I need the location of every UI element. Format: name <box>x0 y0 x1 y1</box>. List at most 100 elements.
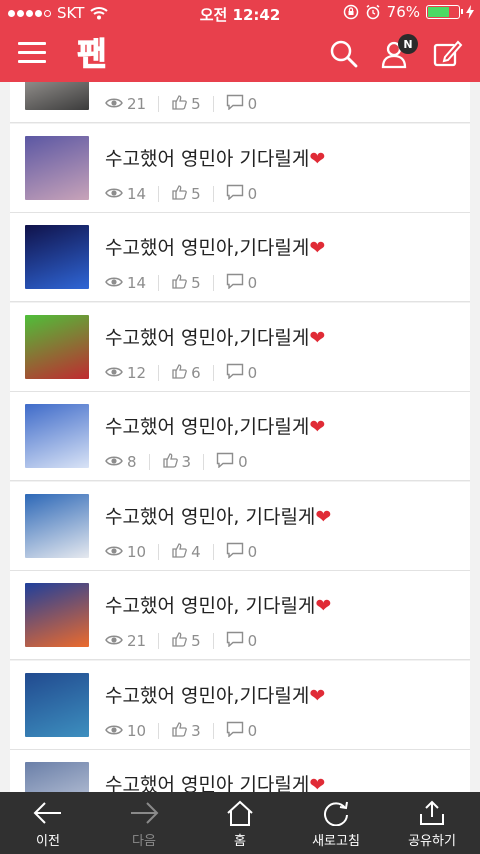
eye-icon <box>105 185 123 203</box>
comments-count: 0 <box>247 542 258 561</box>
divider <box>148 454 150 470</box>
heart-icon: ❤ <box>309 237 326 259</box>
likes-stat: 6 <box>171 363 201 383</box>
post-thumbnail[interactable] <box>25 404 89 468</box>
refresh-icon <box>324 801 348 826</box>
post-title-text: 수고했어 영민아,기다릴게 <box>105 237 310 259</box>
post-title[interactable]: 수고했어 영민아, 기다릴게❤ <box>105 502 331 529</box>
home-button[interactable]: 홈 <box>192 792 288 854</box>
divider <box>212 275 214 291</box>
views-stat: 14 <box>105 274 146 292</box>
comments-count: 0 <box>238 453 248 471</box>
likes-count: 5 <box>191 95 201 113</box>
views-stat: 14 <box>105 185 146 203</box>
battery-icon <box>426 5 463 19</box>
post-thumbnail[interactable] <box>25 493 89 558</box>
post-title[interactable]: 수고했어 영민아 기다릴게❤ <box>105 144 325 171</box>
post-stats: 21 5 0 <box>105 94 257 114</box>
views-stat: 8 <box>105 453 137 471</box>
comment-icon <box>216 452 234 472</box>
comment-icon <box>226 184 244 204</box>
share-label: 공유하기 <box>408 834 456 849</box>
comments-count: 0 <box>247 363 258 382</box>
comment-icon <box>226 721 244 741</box>
post-title-text: 수고했어 영민아,기다릴게 <box>105 416 310 438</box>
refresh-button[interactable]: 새로고침 <box>288 792 384 854</box>
svg-text:팬: 팬 <box>77 35 106 73</box>
views-stat: 10 <box>105 543 146 561</box>
post-card[interactable]: 수고했어 영민아,기다릴게❤ 10 3 0 <box>10 660 470 750</box>
heart-icon: ❤ <box>309 416 326 438</box>
likes-stat: 5 <box>171 94 201 114</box>
heart-icon: ❤ <box>309 326 326 349</box>
likes-stat: 5 <box>171 631 201 651</box>
divider <box>212 185 214 202</box>
post-thumbnail[interactable] <box>25 314 89 379</box>
post-title[interactable]: 수고했어 영민아,기다릴게❤ <box>105 233 325 260</box>
post-card[interactable]: 수고했어 영민아,기다릴게❤ 8 3 0 <box>10 392 470 481</box>
heart-icon: ❤ <box>309 684 326 707</box>
post-thumbnail[interactable] <box>25 82 89 110</box>
post-title[interactable]: 수고했어 영민아,기다릴게❤ <box>105 412 325 439</box>
post-stats: 14 5 0 <box>105 184 257 204</box>
comments-stat: 0 <box>226 273 258 293</box>
post-title[interactable]: 수고했어 영민아 기다릴게❤ <box>105 770 325 792</box>
post-card[interactable]: 수고했어 영민아, 기다릴게❤ 21 5 0 <box>10 571 470 660</box>
divider <box>203 454 205 470</box>
views-count: 21 <box>127 632 147 650</box>
back-button[interactable]: 이전 <box>0 792 96 854</box>
post-title[interactable]: 수고했어 영민아, 기다릴게❤ <box>105 591 331 618</box>
post-title-text: 수고했어 영민아, 기다릴게 <box>105 505 316 528</box>
comments-count: 0 <box>247 95 258 113</box>
views-count: 8 <box>127 453 137 471</box>
arrow-right-icon <box>131 802 159 824</box>
likes-count: 5 <box>191 632 201 650</box>
home-icon <box>227 800 253 826</box>
likes-stat: 3 <box>162 452 191 472</box>
notification-badge-label: N <box>403 37 413 51</box>
eye-icon <box>105 274 123 292</box>
likes-count: 6 <box>191 363 201 382</box>
arrow-left-icon <box>33 802 61 824</box>
app-logo[interactable]: 팬 <box>70 32 114 76</box>
profile-button[interactable]: N <box>380 34 418 70</box>
menu-icon[interactable] <box>18 42 46 66</box>
thumbs-up-icon <box>171 184 187 204</box>
charging-icon <box>466 5 474 19</box>
divider <box>212 722 214 739</box>
post-thumbnail[interactable] <box>25 672 89 737</box>
comment-icon <box>226 94 244 114</box>
post-thumbnail[interactable] <box>25 225 89 289</box>
share-button[interactable]: 공유하기 <box>384 792 480 854</box>
likes-count: 5 <box>191 184 201 203</box>
post-title-text: 수고했어 영민아,기다릴게 <box>105 684 310 707</box>
refresh-label: 새로고침 <box>312 834 360 849</box>
comments-stat: 0 <box>226 721 257 741</box>
post-card[interactable]: 수고했어 영민아, 기다릴게❤2150 <box>10 82 470 123</box>
views-stat: 21 <box>105 95 146 113</box>
comments-count: 0 <box>247 632 258 650</box>
post-card[interactable]: 수고했어 영민아,기다릴게❤ 14 5 0 <box>10 213 470 302</box>
post-card[interactable]: 수고했어 영민아,기다릴게❤ 12 6 0 <box>10 302 470 392</box>
share-icon <box>420 800 444 825</box>
thumbs-up-icon <box>171 721 187 741</box>
post-thumbnail[interactable] <box>25 762 89 792</box>
views-stat: 21 <box>105 632 146 650</box>
rotation-lock-icon <box>343 4 358 20</box>
post-title[interactable]: 수고했어 영민아,기다릴게❤ <box>105 323 325 350</box>
views-count: 10 <box>127 721 147 740</box>
views-count: 14 <box>127 274 147 292</box>
bottom-navigation: 이전 다음 홈 새로고침 공유하기 <box>0 792 480 854</box>
thumbs-up-icon <box>171 363 187 383</box>
post-thumbnail[interactable] <box>25 583 89 647</box>
write-icon[interactable] <box>432 38 464 70</box>
post-thumbnail[interactable] <box>25 135 89 200</box>
search-icon[interactable] <box>328 38 360 70</box>
post-card[interactable]: 수고했어 영민아 기다릴게❤ 14 5 0 <box>10 123 470 213</box>
forward-button[interactable]: 다음 <box>96 792 192 854</box>
comment-icon <box>226 363 244 383</box>
post-title[interactable]: 수고했어 영민아,기다릴게❤ <box>105 681 325 708</box>
comments-count: 0 <box>247 274 258 292</box>
post-card[interactable]: 수고했어 영민아, 기다릴게❤ 10 4 0 <box>10 481 470 571</box>
post-card[interactable]: 수고했어 영민아 기다릴게❤ <box>10 750 470 792</box>
